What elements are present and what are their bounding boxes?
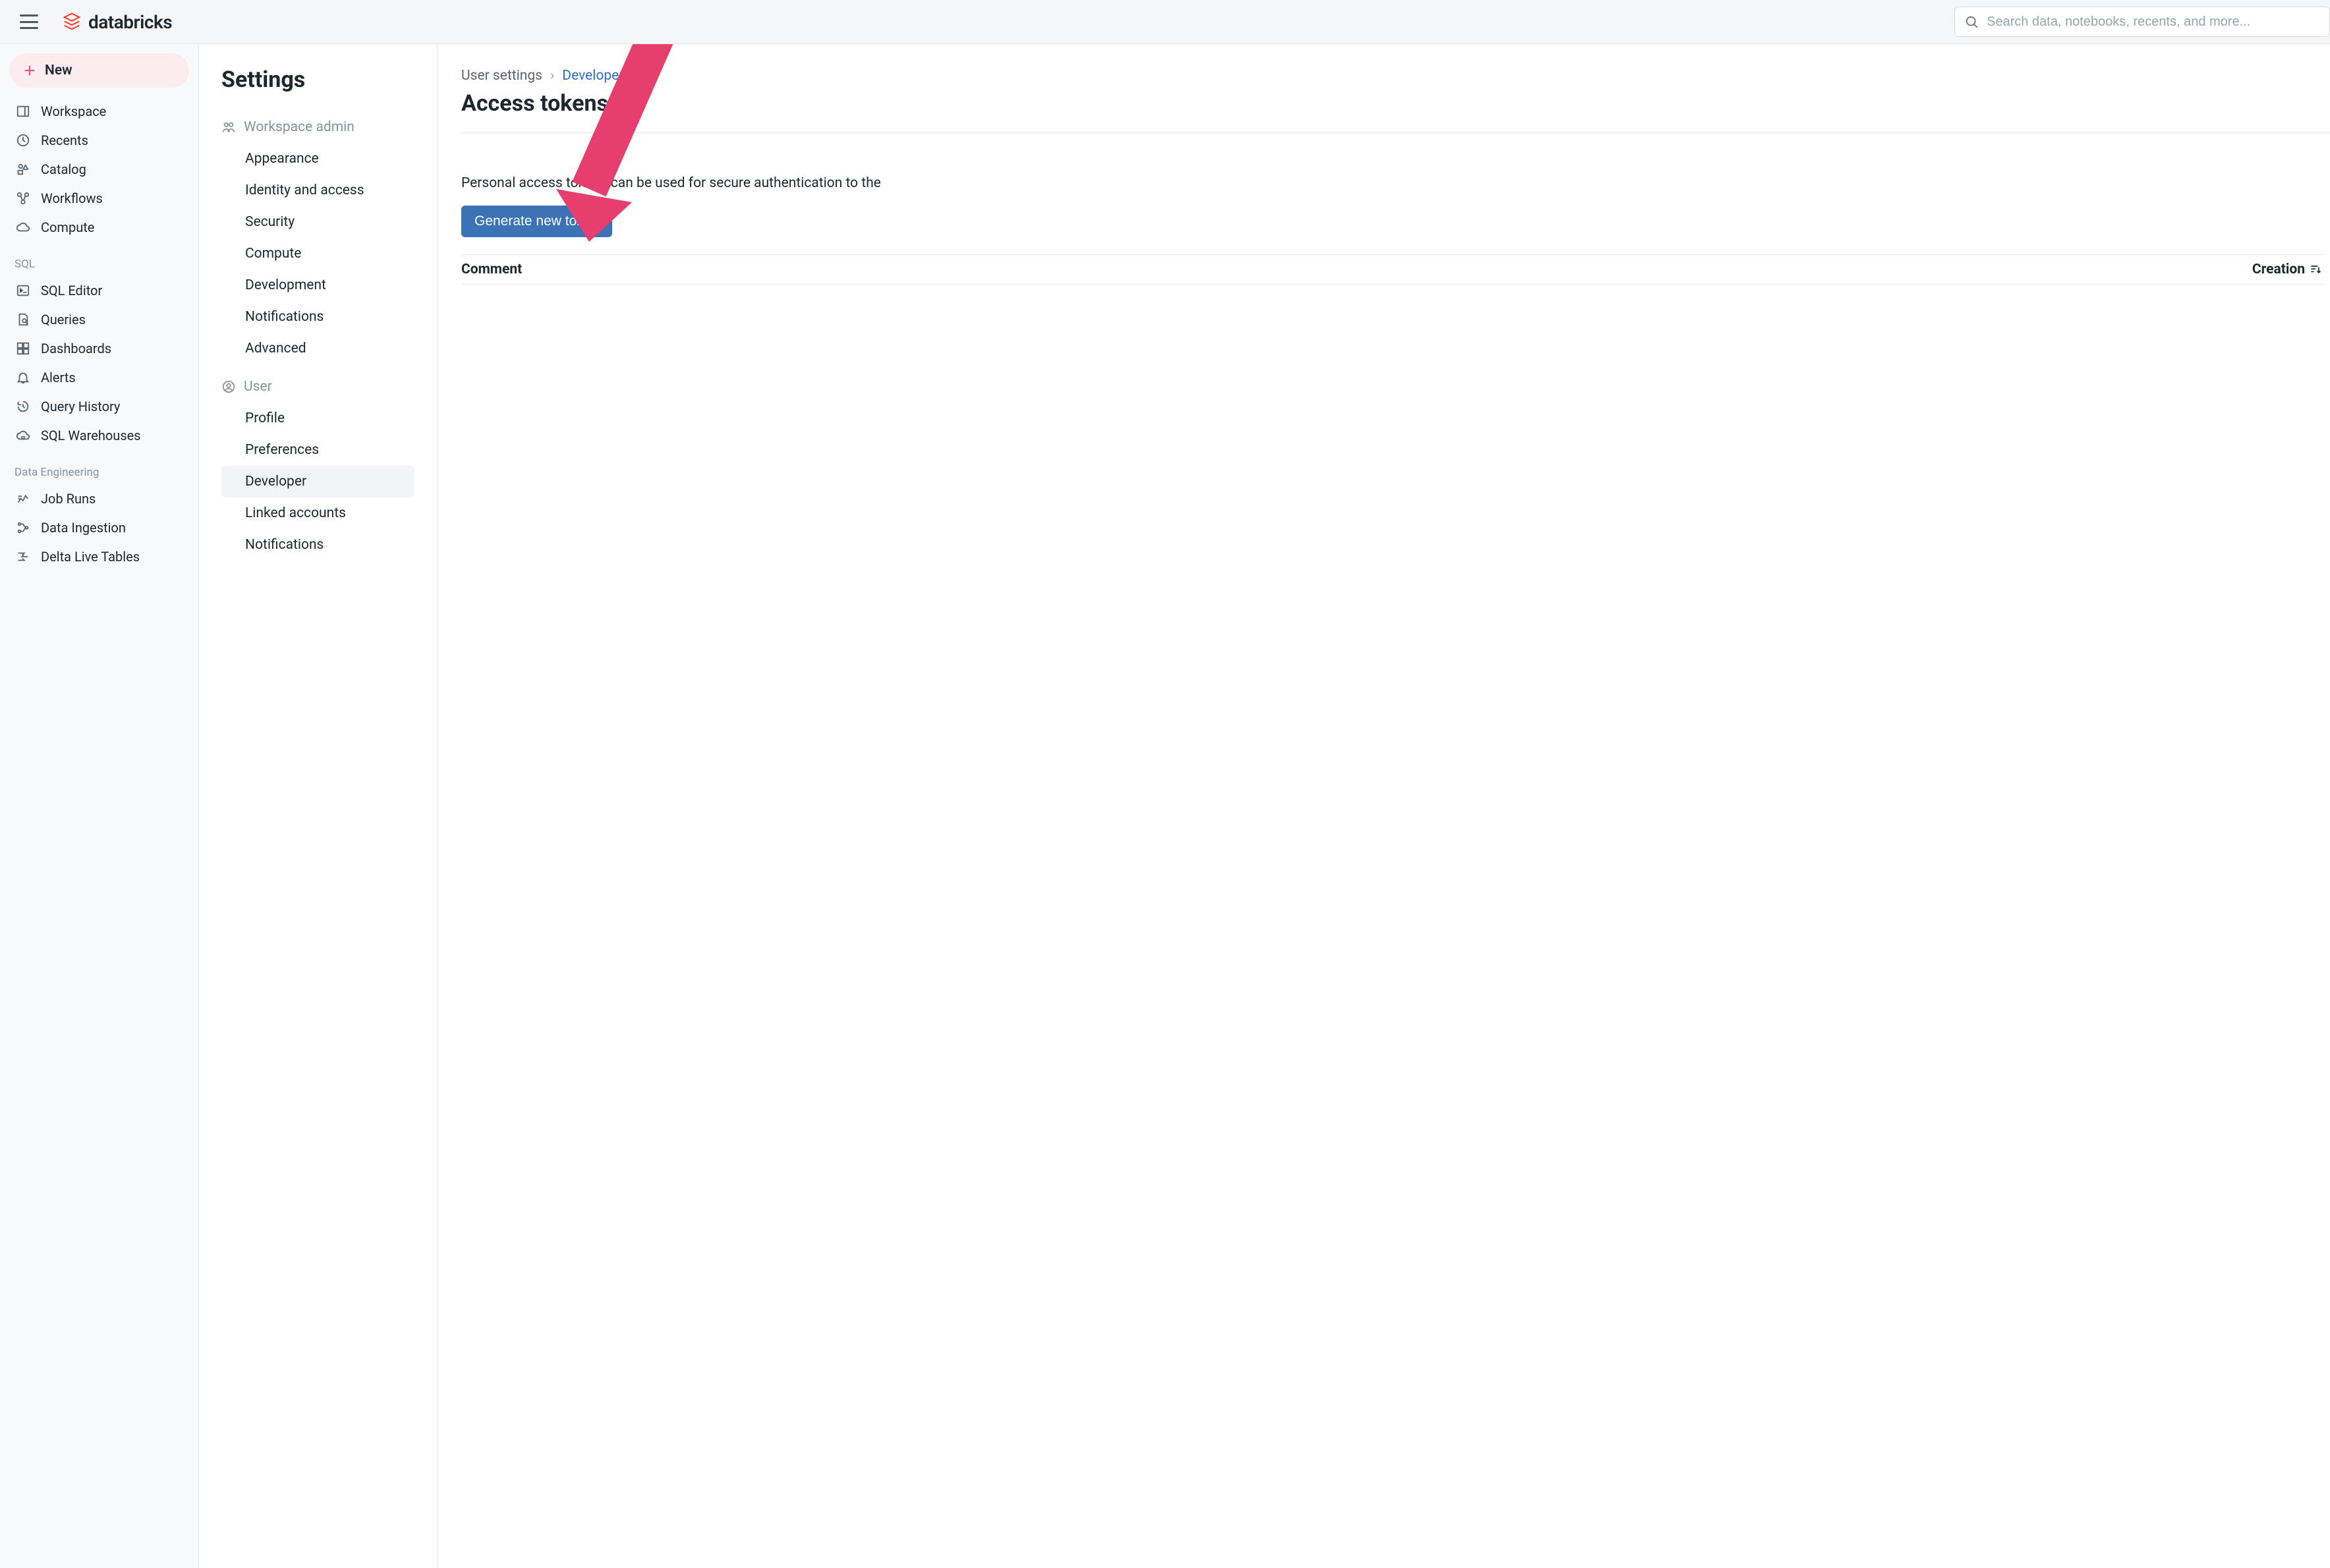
- sidebar-item-label: Delta Live Tables: [41, 549, 140, 565]
- column-creation[interactable]: Creation: [2252, 262, 2322, 277]
- sidebar-item-label: Job Runs: [41, 491, 96, 507]
- sidebar-section-sql: SQL: [9, 242, 189, 276]
- sidebar-item-compute[interactable]: Compute: [9, 213, 189, 242]
- settings-item-notifications[interactable]: Notifications: [221, 529, 414, 561]
- sidebar-item-label: Queries: [41, 312, 86, 327]
- settings-nav: Settings Workspace admin AppearanceIdent…: [199, 44, 438, 1568]
- new-button-label: New: [45, 63, 72, 78]
- ingest-icon: [14, 519, 32, 536]
- search-input[interactable]: [1985, 14, 2320, 30]
- plus-icon: [22, 63, 37, 78]
- sql-icon: [14, 282, 32, 299]
- settings-item-profile[interactable]: Profile: [221, 403, 414, 434]
- sidebar-item-label: SQL Warehouses: [41, 428, 141, 443]
- sidebar-item-alerts[interactable]: Alerts: [9, 363, 189, 392]
- new-button[interactable]: New: [9, 53, 189, 88]
- settings-item-preferences[interactable]: Preferences: [221, 434, 414, 466]
- sidebar-item-catalog[interactable]: Catalog: [9, 155, 189, 184]
- sidebar-item-query-history[interactable]: Query History: [9, 392, 189, 421]
- sidebar-item-label: Dashboards: [41, 341, 111, 356]
- sidebar-item-dashboards[interactable]: Dashboards: [9, 334, 189, 363]
- settings-item-notifications[interactable]: Notifications: [221, 301, 414, 333]
- page-description: Personal access tokens can be used for s…: [461, 175, 2330, 191]
- search-icon: [1964, 14, 1979, 29]
- settings-item-appearance[interactable]: Appearance: [221, 143, 414, 175]
- queries-icon: [14, 311, 32, 328]
- sidebar-item-label: SQL Editor: [41, 283, 102, 298]
- settings-item-security[interactable]: Security: [221, 206, 414, 238]
- topbar: databricks: [0, 0, 2330, 44]
- global-search[interactable]: [1954, 7, 2330, 37]
- sidebar-item-sql-editor[interactable]: SQL Editor: [9, 276, 189, 305]
- sidebar-item-label: Recents: [41, 132, 88, 148]
- sidebar-item-label: Workflows: [41, 190, 103, 206]
- settings-group-workspace-admin: Workspace admin: [221, 119, 414, 135]
- sidebar-item-label: Catalog: [41, 161, 86, 177]
- workflow-icon: [14, 190, 32, 207]
- warehouse-icon: [14, 427, 32, 444]
- bell-icon: [14, 369, 32, 386]
- dashboard-icon: [14, 340, 32, 357]
- crumb-developer[interactable]: Developer: [562, 68, 623, 84]
- sidebar-item-queries[interactable]: Queries: [9, 305, 189, 334]
- page-title: Access tokens: [461, 90, 2330, 117]
- settings-title: Settings: [221, 67, 414, 93]
- sidebar-item-workflows[interactable]: Workflows: [9, 184, 189, 213]
- sort-icon: [2309, 263, 2322, 276]
- breadcrumb: User settings › Developer ›: [461, 68, 2330, 84]
- sidebar-item-job-runs[interactable]: Job Runs: [9, 484, 189, 513]
- chevron-right-icon: ›: [550, 68, 554, 84]
- settings-item-developer[interactable]: Developer: [221, 466, 414, 497]
- databricks-icon: [62, 12, 82, 32]
- settings-item-compute[interactable]: Compute: [221, 238, 414, 269]
- crumb-user-settings[interactable]: User settings: [461, 68, 542, 84]
- generate-new-token-button[interactable]: Generate new token: [461, 206, 612, 237]
- workspace-icon: [14, 103, 32, 120]
- column-comment[interactable]: Comment: [461, 262, 522, 277]
- divider: [461, 132, 2330, 133]
- catalog-icon: [14, 161, 32, 178]
- sidebar-section-de: Data Engineering: [9, 450, 189, 484]
- settings-item-identity-and-access[interactable]: Identity and access: [221, 175, 414, 206]
- sidebar-item-recents[interactable]: Recents: [9, 126, 189, 155]
- settings-item-development[interactable]: Development: [221, 269, 414, 301]
- brand-text: databricks: [88, 11, 172, 33]
- user-icon: [221, 379, 236, 394]
- jobruns-icon: [14, 490, 32, 507]
- sidebar-item-data-ingestion[interactable]: Data Ingestion: [9, 513, 189, 542]
- sidebar-item-label: Data Ingestion: [41, 520, 126, 536]
- workspace-admin-icon: [221, 120, 236, 134]
- sidebar-item-label: Compute: [41, 219, 94, 235]
- sidebar-item-delta-live-tables[interactable]: Delta Live Tables: [9, 542, 189, 571]
- menu-icon[interactable]: [20, 14, 38, 29]
- settings-item-linked-accounts[interactable]: Linked accounts: [221, 497, 414, 529]
- chevron-right-icon: ›: [631, 68, 635, 84]
- content-area: User settings › Developer › Access token…: [438, 44, 2330, 1568]
- clock-icon: [14, 132, 32, 149]
- sidebar-item-label: Alerts: [41, 370, 76, 385]
- sidebar-item-workspace[interactable]: Workspace: [9, 97, 189, 126]
- left-sidebar: New Workspace Recents Catalog Workflows …: [0, 44, 199, 1568]
- sidebar-item-label: Workspace: [41, 103, 106, 119]
- cloud-icon: [14, 219, 32, 236]
- sidebar-item-label: Query History: [41, 399, 120, 414]
- sidebar-item-sql-warehouses[interactable]: SQL Warehouses: [9, 421, 189, 450]
- brand-logo[interactable]: databricks: [62, 11, 172, 33]
- settings-item-advanced[interactable]: Advanced: [221, 333, 414, 364]
- table-header: Comment Creation: [461, 254, 2325, 285]
- dlt-icon: [14, 548, 32, 565]
- history-icon: [14, 398, 32, 415]
- settings-group-user: User: [221, 379, 414, 395]
